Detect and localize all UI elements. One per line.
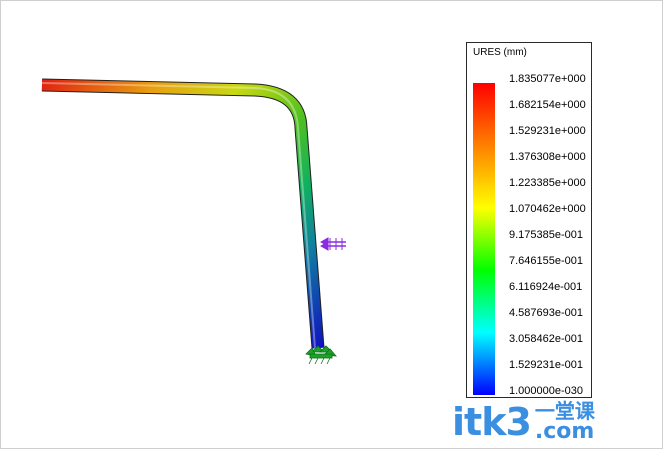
legend-label: 1.223385e+000 (509, 177, 586, 189)
watermark-cn-text: 一堂课 (534, 399, 595, 423)
legend-label: 1.529231e+000 (509, 125, 586, 137)
legend-label: 1.529231e-001 (509, 359, 584, 371)
force-arrow-icon[interactable] (319, 237, 346, 251)
legend-color-bar (473, 83, 495, 395)
legend-title: URES (mm) (473, 47, 527, 58)
watermark-com-text: .com (534, 419, 595, 444)
fixture-icon[interactable] (305, 345, 337, 365)
watermark-side: 一堂课 .com (535, 401, 595, 443)
displacement-legend[interactable]: URES (mm) 1.835077e+000 1.682154e+000 1.52… (466, 42, 592, 398)
watermark-main-text: itk3 (452, 400, 532, 444)
legend-label: 6.116924e-001 (509, 281, 583, 293)
legend-label: 1.376308e+000 (509, 151, 586, 163)
legend-label: 9.175385e-001 (509, 229, 584, 241)
legend-label: 3.058462e-001 (509, 333, 584, 345)
legend-label: 1.682154e+000 (509, 99, 586, 111)
legend-label: 1.835077e+000 (509, 73, 586, 85)
watermark-logo: itk3 一堂课 .com (452, 396, 595, 448)
deformed-pipe[interactable] (41, 78, 325, 349)
legend-label: 1.070462e+000 (509, 203, 586, 215)
legend-label: 7.646155e-001 (509, 255, 584, 267)
legend-label: 4.587693e-001 (509, 307, 584, 319)
